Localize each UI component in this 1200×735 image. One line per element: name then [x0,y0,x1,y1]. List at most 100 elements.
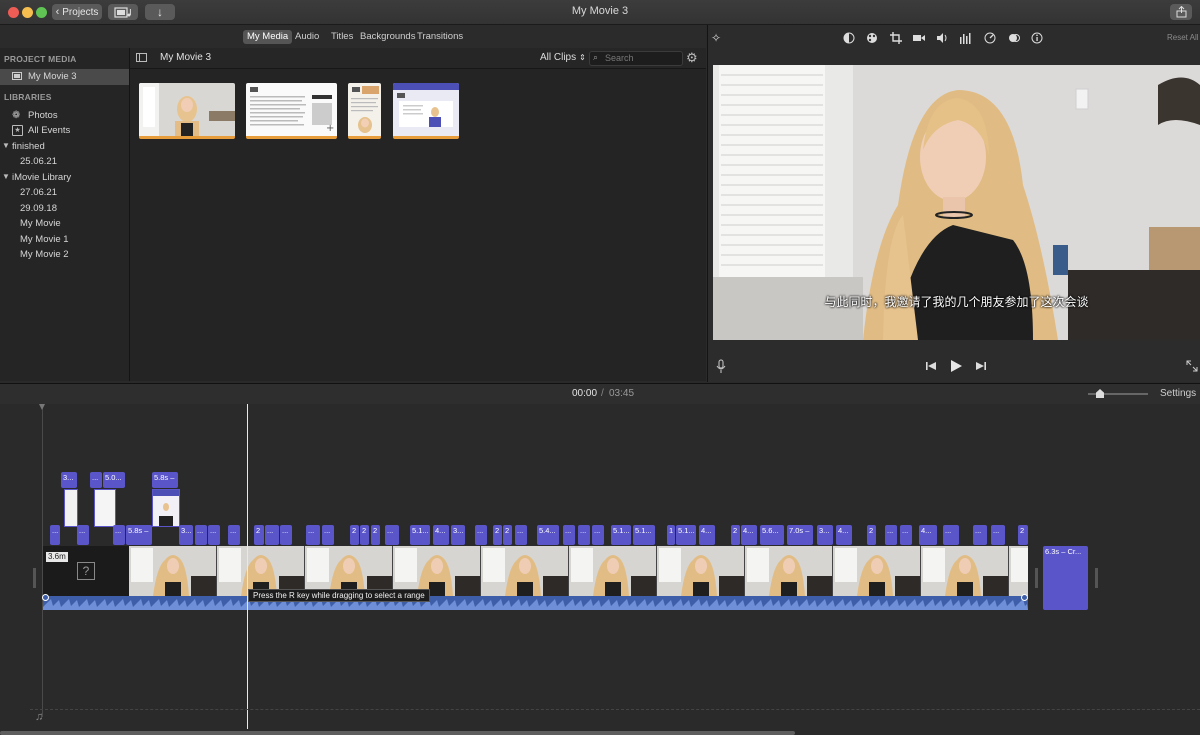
title-clip[interactable]: ... [195,525,207,545]
sidebar-item-photos[interactable]: ❁ Photos [0,109,129,123]
title-clip[interactable]: ... [90,472,102,488]
media-thumbnail[interactable] [348,83,381,139]
title-clip[interactable]: 1 [667,525,675,545]
title-clip[interactable]: ... [900,525,912,545]
title-clip[interactable]: 7.0s – [787,525,813,545]
sidebar-item-event[interactable]: 29.09.18 [20,203,57,214]
title-clip[interactable]: 5.0... [103,472,125,488]
title-clip[interactable]: 5.1... [633,525,655,545]
volume-icon[interactable] [936,32,948,44]
fullscreen-icon[interactable] [1186,360,1198,372]
search-input[interactable]: ⌕ Search [589,51,683,66]
media-thumbnail[interactable] [393,83,459,139]
title-clip[interactable]: 5.1... [410,525,430,545]
sidebar-item-event[interactable]: 27.06.21 [20,187,57,198]
end-trim-handle[interactable] [1095,568,1098,588]
noise-reduction-icon[interactable] [1008,32,1020,44]
title-clip[interactable]: 5.8s – [126,525,152,545]
equalizer-icon[interactable] [960,32,972,44]
video-stabilization-icon[interactable] [913,32,925,44]
title-clip[interactable]: 2 [503,525,512,545]
speedometer-icon[interactable] [984,32,996,44]
title-clip[interactable]: ... [943,525,959,545]
sidebar-item-all-events[interactable]: ★ All Events [0,124,129,138]
title-clip[interactable]: 3... [179,525,193,545]
title-clip[interactable]: 3... [451,525,465,545]
title-clip[interactable]: 4... [836,525,852,545]
sidebar-item-event[interactable]: 25.06.21 [20,156,57,167]
skip-forward-icon[interactable] [976,361,986,371]
info-icon[interactable] [1031,32,1043,44]
title-clip[interactable]: ... [228,525,240,545]
title-clip[interactable]: 3... [61,472,77,488]
title-clip[interactable]: 2 [731,525,740,545]
crop-icon[interactable] [890,32,902,44]
title-clip[interactable]: ... [475,525,487,545]
play-icon[interactable] [950,359,963,373]
title-clip[interactable]: ... [77,525,89,545]
title-clip[interactable]: ... [322,525,334,545]
right-trim-handle[interactable] [1035,568,1038,588]
title-clip[interactable]: 2 [371,525,380,545]
sidebar-item-finished[interactable]: ▼ finished [0,140,129,154]
tab-backgrounds[interactable]: Backgrounds [356,30,419,44]
zoom-slider-thumb[interactable] [1096,389,1104,398]
audio-waveform[interactable] [43,596,1028,610]
title-clip[interactable]: ... [50,525,60,545]
title-clip[interactable]: 5.6... [760,525,784,545]
timeline-settings-button[interactable]: Settings [1160,388,1196,399]
title-clip[interactable]: ... [515,525,527,545]
magic-wand-icon[interactable]: ✧ [710,32,722,44]
title-clip[interactable]: ... [885,525,897,545]
title-clip[interactable]: 3... [817,525,833,545]
tab-transitions[interactable]: Transitions [413,30,467,44]
title-clip[interactable]: 4... [919,525,937,545]
photo-overlay-clip[interactable] [64,489,78,527]
title-clip[interactable]: 2 [350,525,359,545]
title-clip[interactable]: ... [563,525,575,545]
media-thumbnail[interactable] [139,83,235,139]
tab-titles[interactable]: Titles [327,30,357,44]
all-clips-dropdown[interactable]: All Clips ⇕ [540,52,586,63]
sidebar-item-event[interactable]: My Movie 1 [20,234,69,245]
photo-overlay-clip[interactable] [94,489,116,527]
title-clip[interactable]: 5.1... [611,525,631,545]
sidebar-item-event[interactable]: My Movie [20,218,61,229]
photo-overlay-clip[interactable] [152,489,180,527]
sidebar-item-imovie-library[interactable]: ▼ iMovie Library [0,171,129,185]
title-clip[interactable]: 5.8s – [152,472,178,488]
title-clip[interactable]: ... [208,525,220,545]
color-balance-icon[interactable] [843,32,855,44]
title-clip[interactable]: 4... [741,525,757,545]
title-clip[interactable]: 2 [867,525,876,545]
timeline-scrollbar[interactable] [0,731,795,735]
title-clip[interactable]: 5.4... [537,525,559,545]
playhead[interactable] [247,404,248,729]
tab-audio[interactable]: Audio [291,30,323,44]
title-clip[interactable]: 2 [360,525,369,545]
audio-handle-right[interactable] [1021,594,1028,601]
sidebar-item-event[interactable]: My Movie 2 [20,249,69,260]
left-trim-handle[interactable] [33,568,36,588]
title-clip[interactable]: 5.1... [676,525,696,545]
title-clip[interactable]: 4... [433,525,449,545]
reset-all-button[interactable]: Reset All [1167,33,1199,42]
end-title-clip[interactable]: 6.3s – Cr... [1043,546,1088,610]
media-thumbnail[interactable]: + [246,83,337,139]
tab-my-media[interactable]: My Media [243,30,293,44]
audio-handle-left[interactable] [42,594,49,601]
sidebar-toggle-icon[interactable] [136,53,147,62]
title-clip[interactable]: 2 [254,525,264,545]
color-palette-icon[interactable] [866,32,878,44]
title-clip[interactable]: ... [592,525,604,545]
title-clip[interactable]: 4... [699,525,715,545]
title-clip[interactable]: ... [991,525,1005,545]
title-clip[interactable]: 2 [493,525,502,545]
sidebar-item-project[interactable]: My Movie 3 [0,69,129,85]
title-clip[interactable]: ... [113,525,125,545]
title-clip[interactable]: 2 [1018,525,1028,545]
title-clip[interactable]: ... [973,525,987,545]
skip-back-icon[interactable] [926,361,936,371]
gear-icon[interactable]: ⚙ [686,50,698,66]
title-clip[interactable]: ... [578,525,590,545]
